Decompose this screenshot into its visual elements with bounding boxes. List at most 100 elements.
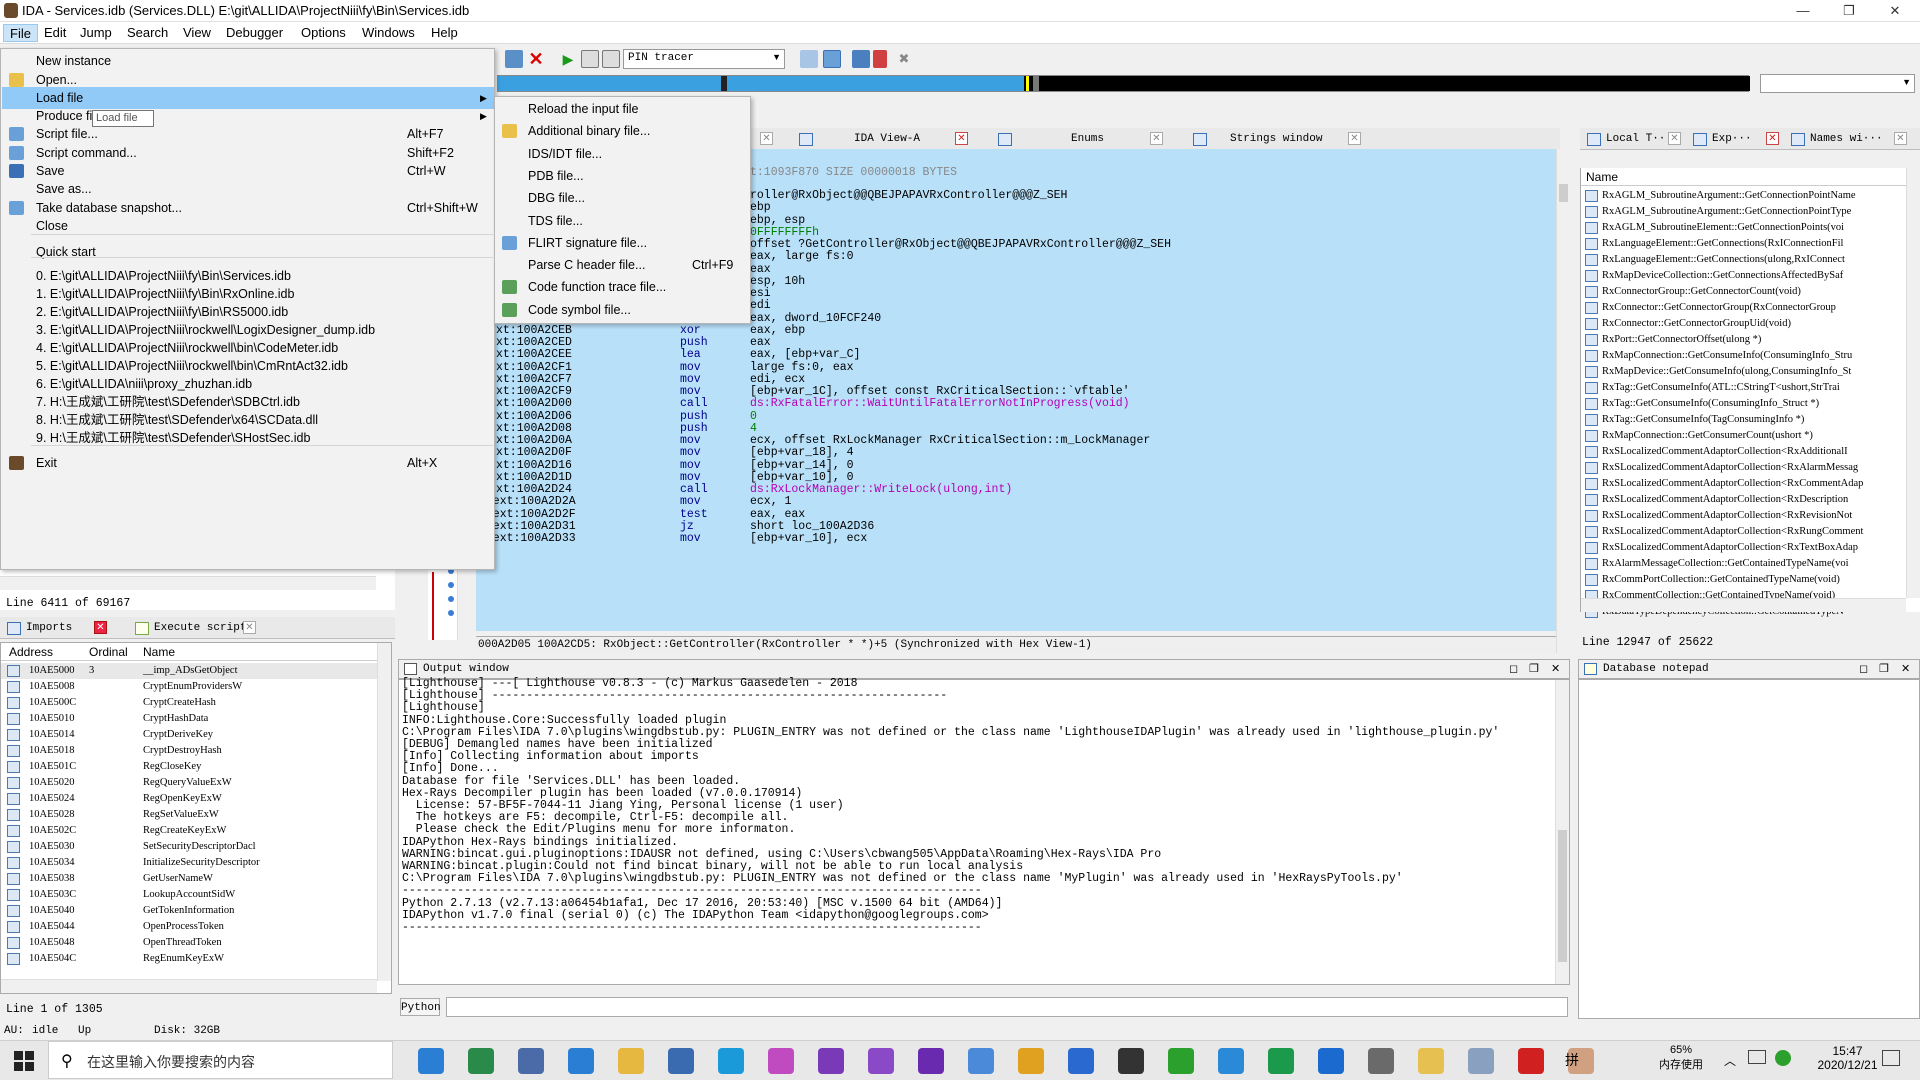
- close-button[interactable]: ✕: [1872, 0, 1918, 22]
- browser-icon[interactable]: [968, 1048, 994, 1074]
- menu-help[interactable]: Help: [425, 24, 464, 42]
- ime-indicator[interactable]: 拼: [1560, 1048, 1584, 1072]
- list-item[interactable]: RxMapConnection::GetConsumeInfo(Consumin…: [1585, 348, 1915, 364]
- list-item[interactable]: RxMapDeviceCollection::GetConnectionsAff…: [1585, 268, 1915, 284]
- submenu-item[interactable]: IDS/IDT file...: [496, 143, 750, 165]
- pen-icon[interactable]: [1368, 1048, 1394, 1074]
- close-tab-icon[interactable]: ✕: [1766, 132, 1779, 145]
- menu-jump[interactable]: Jump: [74, 24, 118, 42]
- navigation-band[interactable]: [497, 75, 1750, 92]
- notification-icon[interactable]: [1882, 1050, 1900, 1066]
- open-debugger-icon[interactable]: [505, 50, 523, 68]
- close-tab-icon[interactable]: ✕: [760, 132, 773, 145]
- list-item[interactable]: RxMapConnection::GetConsumerCount(ushort…: [1585, 428, 1915, 444]
- table-row[interactable]: 10AE5028 RegSetValueExW: [1, 807, 377, 823]
- list-item[interactable]: RxSLocalizedCommentAdaptorCollection<RxA…: [1585, 444, 1915, 460]
- list-item[interactable]: RxConnectorGroup::GetConnectorCount(void…: [1585, 284, 1915, 300]
- list-item[interactable]: RxSLocalizedCommentAdaptorCollection<RxR…: [1585, 508, 1915, 524]
- table-row[interactable]: 10AE5038 GetUserNameW: [1, 871, 377, 887]
- table-row[interactable]: 10AE5000 3 __imp_ADsGetObject: [1, 663, 377, 679]
- visual-studio-2-icon[interactable]: [918, 1048, 944, 1074]
- tab-ida-view[interactable]: IDA View-A: [796, 130, 981, 149]
- wechat-tray-icon[interactable]: [1775, 1050, 1791, 1066]
- output-window[interactable]: [Lighthouse] ---[ Lighthouse v0.8.3 - (c…: [398, 677, 1570, 985]
- memory-usage[interactable]: 65% 内存使用: [1655, 1044, 1707, 1072]
- table-row[interactable]: 10AE501C RegCloseKey: [1, 759, 377, 775]
- remote-icon[interactable]: [1218, 1048, 1244, 1074]
- menu-windows[interactable]: Windows: [356, 24, 421, 42]
- edge-icon[interactable]: [718, 1048, 744, 1074]
- names-scrollbar[interactable]: [1906, 168, 1920, 598]
- record-icon[interactable]: [1518, 1048, 1544, 1074]
- submenu-item[interactable]: PDB file...: [496, 165, 750, 187]
- tab-local-types[interactable]: Local T···: [1584, 130, 1664, 149]
- list-item[interactable]: RxCommPortCollection::GetContainedTypeNa…: [1585, 572, 1915, 588]
- step-over-icon[interactable]: [823, 50, 841, 68]
- menu-edit[interactable]: Edit: [38, 24, 72, 42]
- detach-icon[interactable]: ✕: [527, 50, 545, 68]
- debugger-select[interactable]: PIN tracer ▼: [623, 49, 785, 69]
- file-explorer-icon[interactable]: [618, 1048, 644, 1074]
- vs-code-icon[interactable]: [868, 1048, 894, 1074]
- submenu-item[interactable]: Code function trace file...: [496, 276, 750, 298]
- terminal-icon[interactable]: [1118, 1048, 1144, 1074]
- calculator-icon[interactable]: [518, 1048, 544, 1074]
- tab-names[interactable]: Names wi···: [1788, 130, 1888, 149]
- table-row[interactable]: 10AE5010 CryptHashData: [1, 711, 377, 727]
- table-row[interactable]: 10AE503C LookupAccountSidW: [1, 887, 377, 903]
- submenu-item[interactable]: Additional binary file...: [496, 120, 750, 142]
- submenu-item[interactable]: Parse C header file... Ctrl+F9: [496, 254, 750, 276]
- cli-input[interactable]: [446, 997, 1568, 1017]
- visual-studio-icon[interactable]: [818, 1048, 844, 1074]
- table-row[interactable]: 10AE502C RegCreateKeyExW: [1, 823, 377, 839]
- network-icon[interactable]: [1748, 1050, 1766, 1064]
- close-tab-icon[interactable]: ✕: [243, 621, 256, 634]
- table-row[interactable]: 10AE5048 OpenThreadToken: [1, 935, 377, 951]
- disasm-scrollbar[interactable]: [1556, 149, 1570, 653]
- menu-item-quick-start[interactable]: Quick start: [2, 241, 494, 263]
- submenu-item[interactable]: DBG file...: [496, 187, 750, 209]
- list-item[interactable]: RxSLocalizedCommentAdaptorCollection<RxD…: [1585, 492, 1915, 508]
- list-item[interactable]: RxLanguageElement::GetConnections(RxICon…: [1585, 236, 1915, 252]
- col-name[interactable]: Name: [143, 643, 175, 661]
- delete-breakpoint-icon[interactable]: ✖: [895, 50, 913, 68]
- table-row[interactable]: 10AE500C CryptCreateHash: [1, 695, 377, 711]
- chrome-icon[interactable]: [1018, 1048, 1044, 1074]
- close-tab-icon[interactable]: ✕: [1894, 132, 1907, 145]
- submenu-item[interactable]: Reload the input file: [496, 98, 750, 120]
- list-item[interactable]: RxMapDevice::GetConsumeInfo(ulong,Consum…: [1585, 364, 1915, 380]
- image-icon[interactable]: [1468, 1048, 1494, 1074]
- color-app-icon[interactable]: [768, 1048, 794, 1074]
- table-row[interactable]: 10AE5034 InitializeSecurityDescriptor: [1, 855, 377, 871]
- close-tab-icon[interactable]: ✕: [1150, 132, 1163, 145]
- folder-icon[interactable]: [1418, 1048, 1444, 1074]
- start-process-icon[interactable]: ▶: [559, 50, 577, 68]
- list-item[interactable]: RxConnector::GetConnectorGroup(RxConnect…: [1585, 300, 1915, 316]
- clock[interactable]: 15:47 2020/12/21: [1805, 1044, 1890, 1072]
- browser-2-icon[interactable]: [1318, 1048, 1344, 1074]
- functions-h-scrollbar[interactable]: [0, 576, 376, 590]
- list-item[interactable]: RxLanguageElement::GetConnections(ulong,…: [1585, 252, 1915, 268]
- list-item[interactable]: RxAGLM_SubroutineArgument::GetConnection…: [1585, 204, 1915, 220]
- defender-icon[interactable]: [468, 1048, 494, 1074]
- list-item[interactable]: RxTag::GetConsumeInfo(ConsumingInfo_Stru…: [1585, 396, 1915, 412]
- task-view-icon[interactable]: [418, 1048, 444, 1074]
- list-item[interactable]: RxTag::GetConsumeInfo(ATL::CStringT<usho…: [1585, 380, 1915, 396]
- col-address[interactable]: Address: [9, 643, 53, 661]
- wechat-icon[interactable]: [1168, 1048, 1194, 1074]
- cli-language-button[interactable]: Python: [400, 998, 441, 1016]
- minimize-button[interactable]: —: [1780, 0, 1826, 22]
- table-row[interactable]: 10AE5020 RegQueryValueExW: [1, 775, 377, 791]
- settings-icon[interactable]: [668, 1048, 694, 1074]
- list-item[interactable]: RxAlarmMessageCollection::GetContainedTy…: [1585, 556, 1915, 572]
- col-ordinal[interactable]: Ordinal: [89, 643, 128, 661]
- close-icon[interactable]: ✕: [1551, 660, 1560, 678]
- menu-item-exit[interactable]: Exit Alt+X: [2, 452, 494, 474]
- pause-process-icon[interactable]: [581, 50, 599, 68]
- table-row[interactable]: 10AE5018 CryptDestroyHash: [1, 743, 377, 759]
- list-item[interactable]: RxSLocalizedCommentAdaptorCollection<RxT…: [1585, 540, 1915, 556]
- scrollbar-thumb[interactable]: [1559, 184, 1568, 202]
- float-icon[interactable]: ◻: [1509, 660, 1518, 678]
- restore-icon[interactable]: ❐: [1529, 660, 1539, 678]
- notes-icon[interactable]: [568, 1048, 594, 1074]
